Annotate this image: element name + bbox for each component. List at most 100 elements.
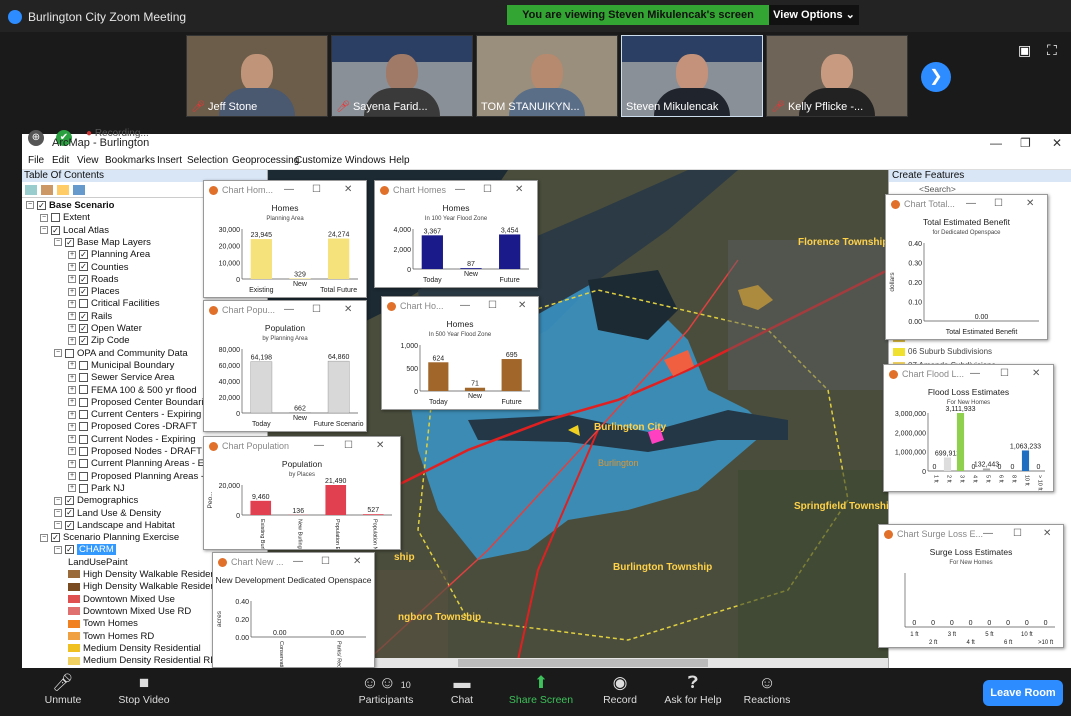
chart-window[interactable]: Chart Surge Loss E... — ☐ ✕ Surge Loss Esti… bbox=[878, 524, 1064, 648]
expand-icon[interactable]: + bbox=[68, 287, 76, 296]
toc-layer[interactable]: + Proposed Center Boundaries - bbox=[68, 397, 219, 409]
toc-layer[interactable]: + Critical Facilities bbox=[68, 298, 160, 310]
toc-layer[interactable]: Town Homes RD bbox=[68, 631, 154, 643]
expand-icon[interactable]: + bbox=[68, 361, 76, 370]
toc-layer[interactable]: + ✓ Planning Area bbox=[68, 249, 150, 261]
expand-icon[interactable]: + bbox=[68, 385, 76, 394]
leave-room-button[interactable]: Leave Room bbox=[983, 680, 1063, 706]
expand-icon[interactable]: + bbox=[68, 250, 76, 259]
layer-checkbox[interactable]: ✓ bbox=[37, 200, 46, 210]
close-icon[interactable]: ✕ bbox=[1026, 198, 1034, 209]
expand-icon[interactable]: + bbox=[68, 312, 76, 321]
layer-checkbox[interactable] bbox=[79, 397, 88, 407]
toc-layer[interactable]: Downtown Mixed Use bbox=[68, 594, 175, 606]
expand-icon[interactable]: − bbox=[40, 213, 48, 222]
chart-window[interactable]: Chart Population — ☐ ✕ Population by Places 2… bbox=[203, 436, 401, 550]
toc-layer[interactable]: − Extent bbox=[40, 212, 90, 224]
toc-layer[interactable]: High Density Walkable Residential bbox=[68, 569, 228, 581]
expand-icon[interactable]: − bbox=[54, 496, 62, 505]
chart-window[interactable]: Chart New ... — ☐ ✕ New Development Dedicat… bbox=[212, 552, 375, 668]
expand-icon[interactable]: + bbox=[68, 459, 76, 468]
layer-checkbox[interactable] bbox=[79, 360, 88, 370]
toc-layer[interactable]: Medium Density Residential bbox=[68, 643, 201, 655]
expand-icon[interactable]: − bbox=[40, 533, 48, 542]
toc-layer[interactable]: − ✓ Land Use & Density bbox=[54, 508, 161, 520]
toc-layer[interactable]: + ✓ Counties bbox=[68, 262, 129, 274]
maximize-icon[interactable]: ☐ bbox=[312, 184, 321, 195]
participants-button[interactable]: ☺☺ 10 Participants bbox=[352, 672, 420, 706]
chat-button[interactable]: ▬ Chat bbox=[446, 672, 478, 706]
chart-window[interactable]: Chart Hom... — ☐ ✕ Homes Planning Area 30,000… bbox=[203, 180, 367, 298]
maximize-icon[interactable]: ☐ bbox=[344, 440, 353, 451]
layer-checkbox[interactable]: ✓ bbox=[65, 520, 74, 530]
stop-video-button[interactable]: ■ Stop Video bbox=[112, 672, 176, 706]
expand-icon[interactable]: + bbox=[68, 299, 76, 308]
close-icon[interactable]: ✕ bbox=[1052, 136, 1062, 150]
close-icon[interactable]: ✕ bbox=[376, 440, 384, 451]
layer-checkbox[interactable] bbox=[79, 471, 88, 481]
close-icon[interactable]: ✕ bbox=[515, 184, 523, 195]
minimize-icon[interactable]: — bbox=[284, 184, 294, 195]
expand-icon[interactable]: + bbox=[68, 410, 76, 419]
toc-layer[interactable]: + Sewer Service Area bbox=[68, 372, 174, 384]
layer-checkbox[interactable] bbox=[79, 422, 88, 432]
layer-checkbox[interactable]: ✓ bbox=[51, 225, 60, 235]
ask-for-help-button[interactable]: ❓︎ Ask for Help bbox=[660, 672, 726, 706]
close-icon[interactable]: ✕ bbox=[353, 556, 361, 567]
chart-window[interactable]: Chart Total... — ☐ ✕ Total Estimated Benefi… bbox=[885, 194, 1048, 340]
expand-icon[interactable]: + bbox=[68, 472, 76, 481]
toc-layer[interactable]: − ✓ Scenario Planning Exercise bbox=[40, 532, 179, 544]
expand-icon[interactable]: − bbox=[54, 349, 62, 358]
expand-icon[interactable]: − bbox=[40, 226, 48, 235]
layer-checkbox[interactable] bbox=[79, 385, 88, 395]
expand-icon[interactable]: − bbox=[54, 238, 62, 247]
layer-checkbox[interactable] bbox=[51, 213, 60, 223]
list-by-drawing-order-icon[interactable] bbox=[25, 185, 37, 195]
toc-layer[interactable]: + Park NJ bbox=[68, 483, 125, 495]
layer-checkbox[interactable] bbox=[79, 483, 88, 493]
menu-geoprocessing[interactable]: Geoprocessing bbox=[232, 155, 299, 166]
gallery-view-icon[interactable]: ▣ bbox=[1018, 42, 1031, 59]
minimize-icon[interactable]: — bbox=[990, 136, 1002, 150]
toc-layer[interactable]: + ✓ Rails bbox=[68, 311, 112, 323]
minimize-icon[interactable]: — bbox=[284, 304, 294, 315]
toc-layer[interactable]: Downtown Mixed Use RD bbox=[68, 606, 191, 618]
toc-layer[interactable]: − ✓ CHARM bbox=[54, 544, 116, 556]
expand-icon[interactable]: + bbox=[68, 262, 76, 271]
minimize-icon[interactable]: — bbox=[966, 198, 976, 209]
toc-layer[interactable]: − ✓ Demographics bbox=[54, 495, 138, 507]
menu-customize[interactable]: Customize bbox=[295, 155, 342, 166]
menu-insert[interactable]: Insert bbox=[157, 155, 182, 166]
expand-icon[interactable]: + bbox=[68, 398, 76, 407]
maximize-icon[interactable]: ☐ bbox=[321, 556, 330, 567]
layer-checkbox[interactable]: ✓ bbox=[79, 336, 88, 346]
expand-icon[interactable]: + bbox=[68, 435, 76, 444]
expand-icon[interactable]: − bbox=[26, 201, 34, 210]
toc-layer[interactable]: + ✓ Roads bbox=[68, 274, 118, 286]
scrollbar-thumb[interactable] bbox=[458, 659, 708, 667]
toc-layer[interactable]: Town Homes bbox=[68, 618, 138, 630]
list-by-source-icon[interactable] bbox=[41, 185, 53, 195]
close-icon[interactable]: ✕ bbox=[1043, 528, 1051, 539]
layer-checkbox[interactable]: ✓ bbox=[65, 508, 74, 518]
layer-checkbox[interactable] bbox=[79, 459, 88, 469]
menu-file[interactable]: File bbox=[28, 155, 44, 166]
list-by-visibility-icon[interactable] bbox=[57, 185, 69, 195]
minimize-icon[interactable]: — bbox=[970, 368, 980, 379]
layer-checkbox[interactable]: ✓ bbox=[65, 496, 74, 506]
minimize-icon[interactable]: — bbox=[455, 184, 465, 195]
layer-checkbox[interactable] bbox=[79, 446, 88, 456]
restore-icon[interactable]: ❐ bbox=[1020, 136, 1031, 150]
next-page-button[interactable]: ❯ bbox=[921, 62, 951, 92]
share-screen-button[interactable]: ⬆ Share Screen bbox=[506, 672, 576, 706]
list-by-selection-icon[interactable] bbox=[73, 185, 85, 195]
expand-icon[interactable]: + bbox=[68, 484, 76, 493]
toc-layer[interactable]: + ✓ Open Water bbox=[68, 323, 142, 335]
toc-layer[interactable]: − ✓ Landscape and Habitat bbox=[54, 520, 175, 532]
menu-bookmarks[interactable]: Bookmarks bbox=[105, 155, 155, 166]
participant-tile[interactable]: 🎤︎ Kelly Pflicke -... bbox=[766, 35, 908, 117]
toc-layer[interactable]: − ✓ Base Scenario bbox=[26, 200, 114, 212]
layer-checkbox[interactable]: ✓ bbox=[65, 545, 74, 555]
close-icon[interactable]: ✕ bbox=[344, 304, 352, 315]
maximize-icon[interactable]: ☐ bbox=[488, 300, 497, 311]
